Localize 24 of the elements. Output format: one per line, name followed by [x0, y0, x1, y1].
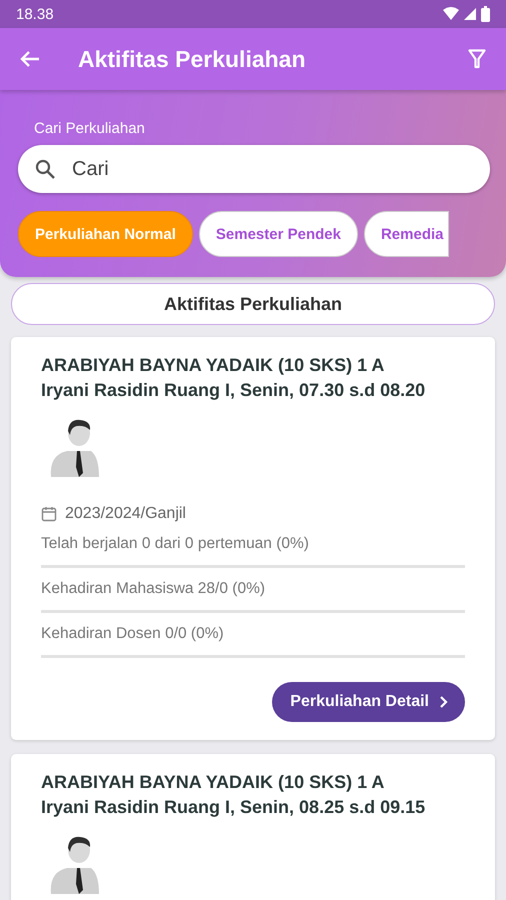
filter-tab[interactable]: Semester Pendek [198, 211, 358, 257]
search-icon [34, 158, 56, 180]
stat-text: Telah berjalan 0 dari 0 pertemuan (0%) [41, 535, 310, 553]
stat-text: Kehadiran Dosen 0/0 (0%) [41, 625, 225, 643]
search-field[interactable]: Cari [18, 145, 490, 193]
battery-icon [481, 6, 490, 22]
signal-icon [464, 7, 476, 21]
detail-button[interactable]: Perkuliahan Detail [272, 682, 465, 722]
status-time: 18.38 [16, 6, 54, 22]
semester-text: 2023/2024/Ganjil [65, 505, 186, 523]
screen-title: Aktifitas Perkuliahan [78, 46, 307, 72]
stat-text: Kehadiran Mahasiswa 28/0 (0%) [41, 580, 266, 598]
course-title: ARABIYAH BAYNA YADAIK (10 SKS) 1 A [41, 771, 386, 794]
calendar-icon [41, 506, 57, 522]
filter-icon [468, 49, 486, 69]
chevron-right-icon [439, 696, 449, 708]
back-arrow-icon [20, 50, 40, 68]
course-title: ARABIYAH BAYNA YADAIK (10 SKS) 1 A [41, 354, 386, 377]
section-title: Aktifitas Perkuliahan [11, 283, 495, 325]
filter-tab[interactable]: Remedia [364, 211, 448, 257]
course-schedule: Iryani Rasidin Ruang I, Senin, 08.25 s.d 09.15 [41, 796, 426, 819]
course-schedule: Iryani Rasidin Ruang I, Senin, 07.30 s.d 08.20 [41, 379, 426, 402]
search-label: Cari Perkuliahan [34, 120, 146, 137]
wifi-icon [443, 7, 459, 21]
